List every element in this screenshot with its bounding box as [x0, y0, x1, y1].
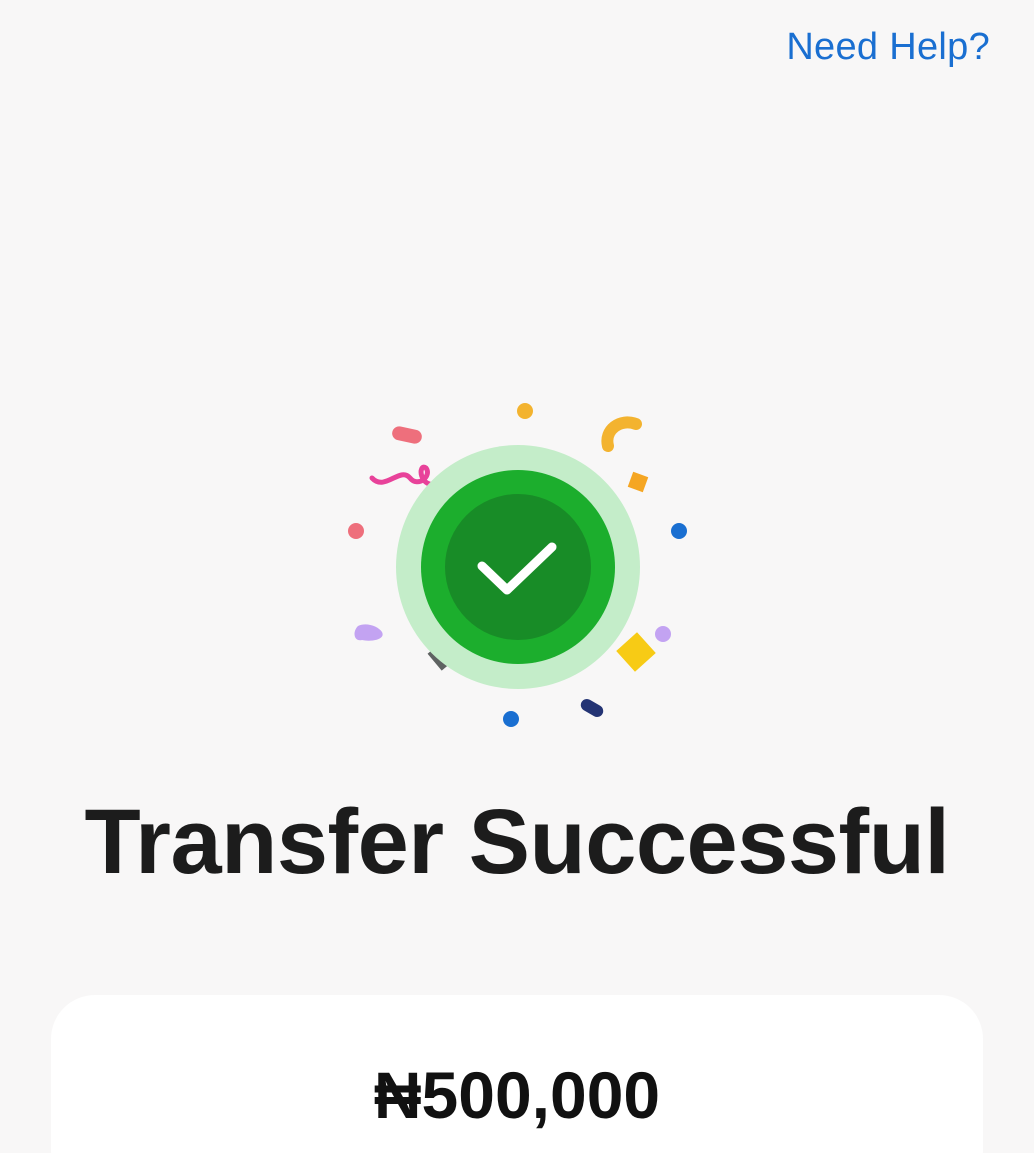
check-circle-icon — [396, 445, 640, 689]
transfer-success-screen: Need Help? Transfer Successful ₦500,000 — [0, 0, 1034, 1153]
success-illustration — [348, 403, 687, 727]
transfer-amount: ₦500,000 — [373, 1058, 661, 1132]
transfer-summary-card: ₦500,000 — [51, 995, 983, 1153]
transfer-status-title: Transfer Successful — [84, 791, 950, 893]
need-help-link[interactable]: Need Help? — [786, 26, 990, 69]
